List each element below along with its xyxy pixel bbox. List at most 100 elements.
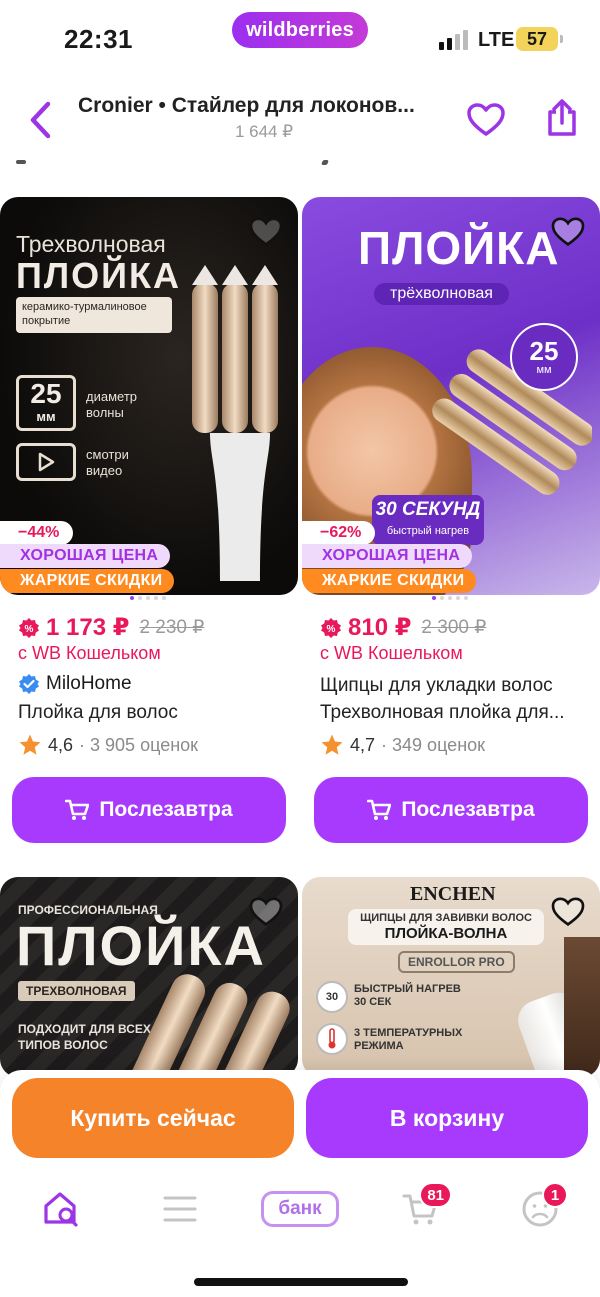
heart-icon <box>249 897 283 926</box>
discount-badge: −62% <box>302 521 376 545</box>
tab-home[interactable] <box>34 1184 90 1234</box>
product-card[interactable]: ENCHEN ЩИПЦЫ ДЛЯ ЗАВИВКИ ВОЛОС ПЛОЙКА-ВО… <box>302 877 600 1077</box>
image-text: 3 ТЕМПЕРАТУРНЫХ РЕЖИМА <box>354 1027 463 1052</box>
share-icon <box>548 99 576 136</box>
image-text: мм <box>536 364 552 376</box>
header-price: 1 644 ₽ <box>234 122 294 141</box>
hot-sale-badge: ЖАРКИЕ СКИДКИ <box>0 569 175 593</box>
product-name: Трехволновая плойка для... <box>320 702 565 723</box>
cart-icon <box>367 799 392 820</box>
product-image[interactable]: ПРОФЕССИОНАЛЬНАЯ ПЛОЙКА ТРЕХВОЛНОВАЯ ПОД… <box>0 877 298 1077</box>
card-favorite-button[interactable] <box>246 893 286 931</box>
tab-cart[interactable]: 81 <box>392 1182 452 1234</box>
delivery-button[interactable]: Послезавтра <box>314 777 588 843</box>
menu-icon <box>163 1196 197 1222</box>
card-favorite-button[interactable] <box>246 213 286 251</box>
image-text: мм <box>36 409 56 424</box>
image-text: Трехволновая <box>16 231 166 257</box>
favorite-button[interactable] <box>462 98 510 142</box>
price-row: % 810 ₽ 2 300 ₽ <box>320 613 486 642</box>
image-text: ENROLLOR PRO <box>398 951 515 973</box>
heart-icon <box>467 103 505 136</box>
price-row: % 1 173 ₽ 2 230 ₽ <box>18 613 204 642</box>
old-price: 2 300 ₽ <box>421 617 487 638</box>
image-text: ПЛОЙКА <box>16 255 181 296</box>
star-icon <box>19 734 41 755</box>
network-type: LTE <box>478 29 515 51</box>
card-favorite-button[interactable] <box>548 893 588 931</box>
delivery-button[interactable]: Послезавтра <box>12 777 286 843</box>
header-title: Cronier • Стайлер для локонов... <box>78 94 415 117</box>
seller-name: MiloHome <box>46 673 132 694</box>
delivery-button-label: Послезавтра <box>401 798 535 821</box>
product-image[interactable]: ПЛОЙКА трёхволновая 25 мм 30 СЕКУНД быст… <box>302 197 600 595</box>
wallet-discount-icon: % <box>19 617 39 638</box>
hot-sale-badge: ЖАРКИЕ СКИДКИ <box>302 569 477 593</box>
heart-icon <box>551 897 585 926</box>
image-text: 30 СЕКУНД <box>375 499 481 520</box>
product-card[interactable]: ПРОФЕССИОНАЛЬНАЯ ПЛОЙКА ТРЕХВОЛНОВАЯ ПОД… <box>0 877 298 1077</box>
image-text: диаметр волны <box>86 389 137 420</box>
image-text: быстрый нагрев <box>386 525 470 537</box>
share-button[interactable] <box>540 94 584 142</box>
image-caption: керамико-турмалиновое покрытие <box>16 297 172 333</box>
image-text: ПЛОЙКА <box>358 222 560 274</box>
image-pager <box>130 596 166 600</box>
star-icon <box>321 734 343 755</box>
cart-count-badge: 81 <box>419 1182 452 1208</box>
image-text: ТРЕХВОЛНОВАЯ <box>18 981 135 1001</box>
chevron-left-icon <box>30 101 51 139</box>
image-pager <box>432 596 468 600</box>
image-text: смотри видео <box>86 447 129 478</box>
image-text: БЫСТРЫЙ НАГРЕВ 30 СЕК <box>354 983 461 1008</box>
back-button[interactable] <box>20 98 60 142</box>
reviews-count: · 349 оценок <box>381 734 486 755</box>
timer-icon: 30 <box>316 981 348 1013</box>
brand-logo: wildberries <box>232 12 368 48</box>
good-price-badge: ХОРОШАЯ ЦЕНА <box>0 544 171 568</box>
wallet-note: с WB Кошельком <box>18 643 161 663</box>
seller[interactable]: MiloHome <box>18 673 132 695</box>
verified-icon <box>19 674 39 694</box>
tab-catalog[interactable] <box>152 1184 208 1234</box>
product-card[interactable]: ПЛОЙКА трёхволновая 25 мм 30 СЕКУНД быст… <box>302 197 600 857</box>
product-header: Cronier • Стайлер для локонов... 1 644 ₽ <box>0 80 600 160</box>
reviews-count: · 3 905 оценок <box>79 734 199 755</box>
scroll-fragment <box>16 160 26 164</box>
product-image[interactable]: Трехволновая ПЛОЙКА керамико-турмалиново… <box>0 197 298 595</box>
image-text: трёхволновая <box>374 283 509 305</box>
heart-icon <box>249 217 283 246</box>
tab-bar: банк 81 1 <box>0 1170 600 1297</box>
buy-now-button[interactable]: Купить сейчас <box>12 1078 294 1158</box>
home-search-icon <box>44 1192 78 1227</box>
product-image[interactable]: ENCHEN ЩИПЦЫ ДЛЯ ЗАВИВКИ ВОЛОС ПЛОЙКА-ВО… <box>302 877 600 1077</box>
tab-bank[interactable]: банк <box>261 1184 339 1234</box>
image-text: 25 <box>529 336 559 366</box>
current-price: 1 173 ₽ <box>46 614 130 641</box>
product-photo <box>192 265 278 581</box>
thermometer-icon <box>316 1023 348 1055</box>
current-price: 810 ₽ <box>348 614 412 641</box>
image-text: ПЛОЙКА-ВОЛНА <box>384 925 508 942</box>
svg-text:%: % <box>327 624 336 635</box>
heat-badge: 30 СЕКУНД быстрый нагрев <box>372 495 484 545</box>
good-price-badge: ХОРОШАЯ ЦЕНА <box>302 544 473 568</box>
image-text: 25 <box>30 378 62 409</box>
rating: 4,7 · 349 оценок <box>320 733 485 757</box>
product-photo <box>130 974 290 1077</box>
signal-icon <box>439 30 469 50</box>
tab-profile[interactable]: 1 <box>512 1182 568 1234</box>
card-favorite-button[interactable] <box>548 213 588 251</box>
add-to-cart-button[interactable]: В корзину <box>306 1078 588 1158</box>
status-time: 22:31 <box>64 24 133 54</box>
product-card[interactable]: Трехволновая ПЛОЙКА керамико-турмалиново… <box>0 197 298 857</box>
purchase-bar: Купить сейчас В корзину <box>0 1070 600 1170</box>
product-name: Щипцы для укладки волос <box>320 675 553 696</box>
wallet-discount-icon: % <box>321 617 341 638</box>
cart-icon <box>65 799 90 820</box>
wallet-note: с WB Кошельком <box>320 643 463 663</box>
diameter-badge: 25 мм <box>510 323 578 391</box>
model-photo <box>564 937 600 1077</box>
home-indicator <box>194 1278 408 1286</box>
image-text: ENCHEN <box>410 883 496 905</box>
